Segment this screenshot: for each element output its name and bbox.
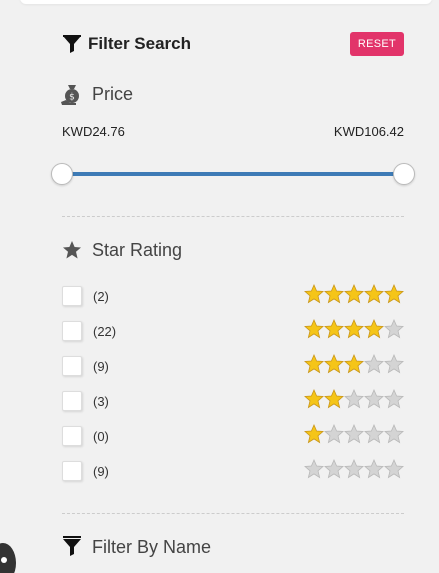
star-empty-icon (364, 389, 384, 409)
rating-row[interactable]: (3) (62, 389, 404, 413)
rating-count: (9) (93, 464, 109, 479)
funnel-icon (63, 536, 81, 556)
star-empty-icon (384, 459, 404, 479)
rating-count: (3) (93, 394, 109, 409)
filter-by-name-title: Filter By Name (92, 537, 212, 557)
svg-text:$: $ (69, 93, 75, 103)
rating-stars (304, 389, 404, 411)
star-filled-icon (344, 319, 364, 339)
star-filled-icon (364, 319, 384, 339)
rating-checkbox[interactable] (62, 356, 82, 376)
price-title: Price (92, 84, 134, 104)
money-bag-icon: $ (61, 85, 79, 105)
star-empty-icon (364, 459, 384, 479)
rating-count: (9) (93, 359, 109, 374)
price-max-value: KWD106.42 (333, 124, 404, 139)
star-filled-icon (324, 319, 344, 339)
star-filled-icon (384, 284, 404, 304)
price-slider-max-handle[interactable] (393, 163, 415, 185)
price-slider-min-handle[interactable] (51, 163, 73, 185)
rating-stars (304, 459, 404, 481)
price-slider-track[interactable] (62, 172, 404, 176)
chat-icon (1, 557, 7, 563)
rating-stars (304, 424, 404, 446)
rating-checkbox[interactable] (62, 286, 82, 306)
rating-row[interactable]: (9) (62, 354, 404, 378)
filter-header: Filter Search RESET (62, 32, 404, 56)
rating-stars (304, 284, 404, 306)
star-empty-icon (344, 424, 364, 444)
star-filled-icon (364, 284, 384, 304)
rating-checkbox[interactable] (62, 426, 82, 446)
star-filled-icon (344, 354, 364, 374)
funnel-icon (63, 35, 81, 53)
divider (62, 513, 404, 514)
star-empty-icon (364, 424, 384, 444)
star-icon (63, 241, 81, 259)
star-empty-icon (324, 424, 344, 444)
top-card (20, 0, 432, 4)
star-filled-icon (304, 319, 324, 339)
star-filled-icon (304, 389, 324, 409)
reset-button[interactable]: RESET (350, 32, 404, 56)
rating-checkbox[interactable] (62, 321, 82, 341)
star-empty-icon (304, 459, 324, 479)
rating-row[interactable]: (9) (62, 459, 404, 483)
rating-stars (304, 319, 404, 341)
price-min-value: KWD24.76 (62, 124, 125, 139)
star-filled-icon (324, 389, 344, 409)
rating-stars (304, 354, 404, 376)
star-filled-icon (344, 284, 364, 304)
star-filled-icon (304, 354, 324, 374)
star-empty-icon (324, 459, 344, 479)
rating-count: (2) (93, 289, 109, 304)
star-filled-icon (304, 284, 324, 304)
divider (62, 216, 404, 217)
rating-count: (0) (93, 429, 109, 444)
star-filled-icon (304, 424, 324, 444)
star-empty-icon (384, 389, 404, 409)
star-empty-icon (344, 389, 364, 409)
star-rating-title: Star Rating (92, 240, 183, 260)
rating-count: (22) (93, 324, 117, 339)
rating-row[interactable]: (22) (62, 319, 404, 343)
chat-widget-button[interactable] (0, 543, 16, 573)
star-empty-icon (384, 424, 404, 444)
star-filled-icon (324, 284, 344, 304)
star-filled-icon (324, 354, 344, 374)
star-empty-icon (384, 354, 404, 374)
rating-checkbox[interactable] (62, 461, 82, 481)
filter-search-title: Filter Search (88, 34, 191, 53)
rating-row[interactable]: (0) (62, 424, 404, 448)
rating-checkbox[interactable] (62, 391, 82, 411)
star-empty-icon (364, 354, 384, 374)
star-empty-icon (384, 319, 404, 339)
rating-row[interactable]: (2) (62, 284, 404, 308)
star-empty-icon (344, 459, 364, 479)
